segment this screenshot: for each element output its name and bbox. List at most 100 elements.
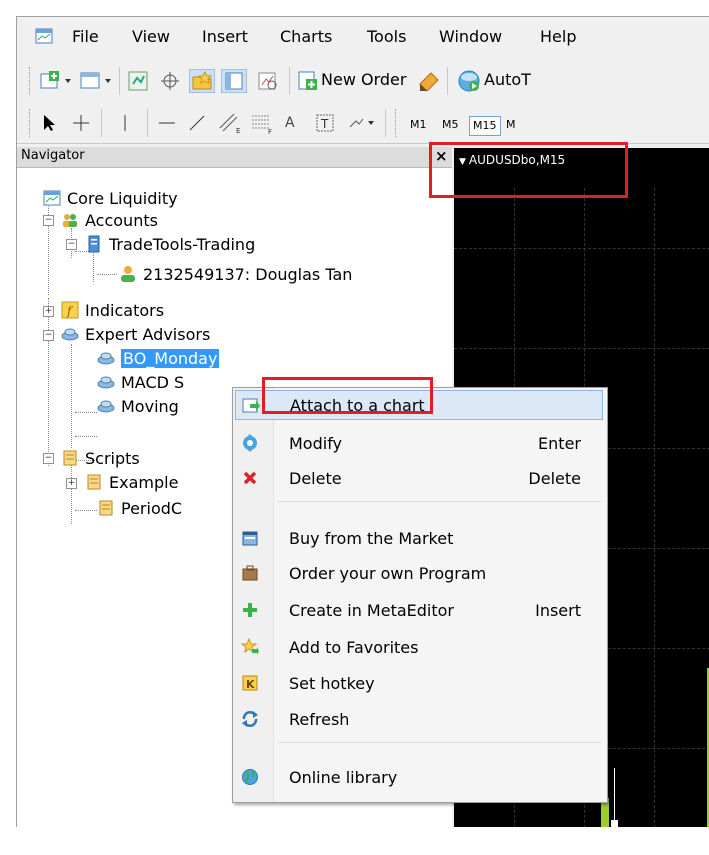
- delete-x-icon: [243, 471, 257, 485]
- expert-advisors-icon: [61, 328, 79, 341]
- tree-indicators[interactable]: f Indicators: [61, 298, 164, 322]
- tree-script-examples[interactable]: Example: [85, 470, 178, 494]
- horizontal-line-icon[interactable]: [157, 113, 177, 133]
- market-icon: [242, 531, 258, 546]
- menu-view[interactable]: View: [132, 27, 170, 46]
- trendline-icon[interactable]: [187, 113, 207, 133]
- briefcase-icon: [242, 565, 258, 581]
- menu-tools[interactable]: Tools: [367, 27, 406, 46]
- favorites-icon: [241, 638, 259, 655]
- terminal-app-icon[interactable]: [35, 28, 53, 44]
- tree-expert-macd[interactable]: MACD S: [97, 370, 184, 394]
- menu-file[interactable]: File: [72, 27, 99, 46]
- tree-accounts[interactable]: Accounts: [61, 208, 158, 232]
- navigator-header: Navigator ×: [17, 147, 452, 168]
- menu-window[interactable]: Window: [439, 27, 502, 46]
- navigator-title: Navigator: [21, 148, 85, 163]
- market-watch-icon[interactable]: [127, 70, 149, 92]
- terminal-toggle-icon[interactable]: [221, 69, 247, 93]
- tree-script-periodc[interactable]: PeriodC: [97, 496, 182, 520]
- modify-gear-icon: [243, 434, 257, 452]
- examples-expander[interactable]: +: [66, 478, 77, 489]
- svg-text:F: F: [268, 128, 272, 135]
- toolbar-grip[interactable]: [29, 109, 33, 137]
- tree-root-label: Core Liquidity: [67, 188, 178, 208]
- toolbar-grip[interactable]: [29, 67, 33, 95]
- indicators-icon: f: [61, 301, 79, 319]
- toolbar-grip[interactable]: [395, 109, 399, 137]
- tree-account[interactable]: 2132549137: Douglas Tan: [119, 262, 352, 286]
- menu-help[interactable]: Help: [540, 27, 576, 46]
- mt4-window: File View Insert Charts Tools Window Hel…: [16, 16, 709, 827]
- line-studies-toolbar: E F A T M1 M5 M15 M: [17, 103, 709, 144]
- tree-accounts-label: Accounts: [85, 210, 158, 230]
- text-tool-button[interactable]: A: [285, 115, 295, 131]
- expert-hat-icon: [97, 400, 115, 413]
- equidistant-channel-icon[interactable]: E: [217, 111, 243, 135]
- menu-online-library[interactable]: Online library: [235, 762, 603, 792]
- autotrading-icon[interactable]: [457, 69, 481, 93]
- refresh-icon: [242, 711, 258, 727]
- expert-label: MACD S: [121, 372, 185, 392]
- menu-add-to-favorites[interactable]: Add to Favorites: [235, 632, 603, 662]
- timeframe-m5[interactable]: M5: [439, 116, 462, 134]
- highlight-attach-to-chart: [262, 377, 433, 414]
- autotrading-button[interactable]: AutoT: [484, 70, 531, 89]
- menu-create-in-metaeditor[interactable]: Create in MetaEditor Insert: [235, 595, 603, 625]
- new-chart-icon[interactable]: [39, 71, 73, 91]
- menu-delete[interactable]: Delete Delete: [235, 463, 603, 493]
- cursor-arrow-icon[interactable]: [39, 113, 59, 133]
- tree-scripts[interactable]: Scripts: [61, 446, 140, 470]
- svg-text:K: K: [246, 678, 255, 691]
- strategy-tester-icon[interactable]: [257, 70, 279, 92]
- crosshair-icon[interactable]: [71, 113, 91, 133]
- server-icon: [88, 235, 100, 253]
- crosshair-target-icon[interactable]: [159, 70, 181, 92]
- menu-insert[interactable]: Insert: [202, 27, 248, 46]
- menu-refresh[interactable]: Refresh: [235, 704, 603, 734]
- indicators-expander[interactable]: +: [43, 306, 54, 317]
- expert-hat-icon: [97, 376, 115, 389]
- hotkey-icon: K: [242, 675, 258, 691]
- expert-hat-icon: [97, 352, 115, 365]
- tree-broker[interactable]: TradeTools-Trading: [85, 232, 255, 256]
- script-label: Example: [109, 472, 179, 492]
- fibonacci-icon[interactable]: F: [249, 111, 275, 135]
- accounts-expander[interactable]: −: [43, 215, 54, 226]
- navigator-context-menu: Attach to a chart Modify Enter Delete De…: [232, 387, 608, 803]
- timeframe-m1[interactable]: M1: [407, 116, 430, 134]
- experts-expander[interactable]: −: [43, 330, 54, 341]
- menu-buy-from-market[interactable]: Buy from the Market: [235, 523, 603, 553]
- tree-account-label: 2132549137: Douglas Tan: [143, 264, 353, 284]
- expert-label-selected: BO_Monday: [121, 348, 220, 368]
- text-label-icon[interactable]: T: [315, 113, 335, 133]
- navigator-toggle-icon[interactable]: [189, 69, 215, 93]
- menu-modify[interactable]: Modify Enter: [235, 428, 603, 458]
- menu-order-own-program[interactable]: Order your own Program: [235, 558, 603, 588]
- new-order-button[interactable]: New Order: [321, 70, 406, 89]
- attach-chart-icon: [242, 398, 260, 413]
- arrows-dropdown-icon[interactable]: [347, 113, 377, 133]
- new-order-icon[interactable]: [297, 70, 319, 92]
- tree-broker-label: TradeTools-Trading: [109, 234, 256, 254]
- accounts-icon: [63, 214, 77, 227]
- scripts-scroll-icon: [87, 474, 101, 490]
- broker-expander[interactable]: −: [66, 239, 77, 250]
- tree-root[interactable]: Core Liquidity: [43, 186, 178, 210]
- standard-toolbar: New Order AutoT: [17, 61, 709, 101]
- tree-expert-advisors[interactable]: Expert Advisors: [61, 322, 210, 346]
- metaeditor-icon[interactable]: [417, 70, 441, 92]
- tree-expert-bo-monday[interactable]: BO_Monday: [97, 346, 220, 370]
- svg-text:E: E: [236, 127, 240, 135]
- account-user-icon: [121, 266, 135, 282]
- profiles-icon[interactable]: [79, 71, 113, 91]
- timeframe-m15[interactable]: M15: [469, 116, 501, 136]
- tree-indicators-label: Indicators: [85, 300, 165, 320]
- menu-charts[interactable]: Charts: [280, 27, 332, 46]
- tree-expert-moving[interactable]: Moving: [97, 394, 179, 418]
- globe-icon: [242, 769, 258, 785]
- vertical-line-icon[interactable]: [115, 113, 135, 133]
- menu-set-hotkey[interactable]: K Set hotkey: [235, 668, 603, 698]
- scripts-expander[interactable]: −: [43, 453, 54, 464]
- timeframe-m30[interactable]: M: [503, 116, 519, 134]
